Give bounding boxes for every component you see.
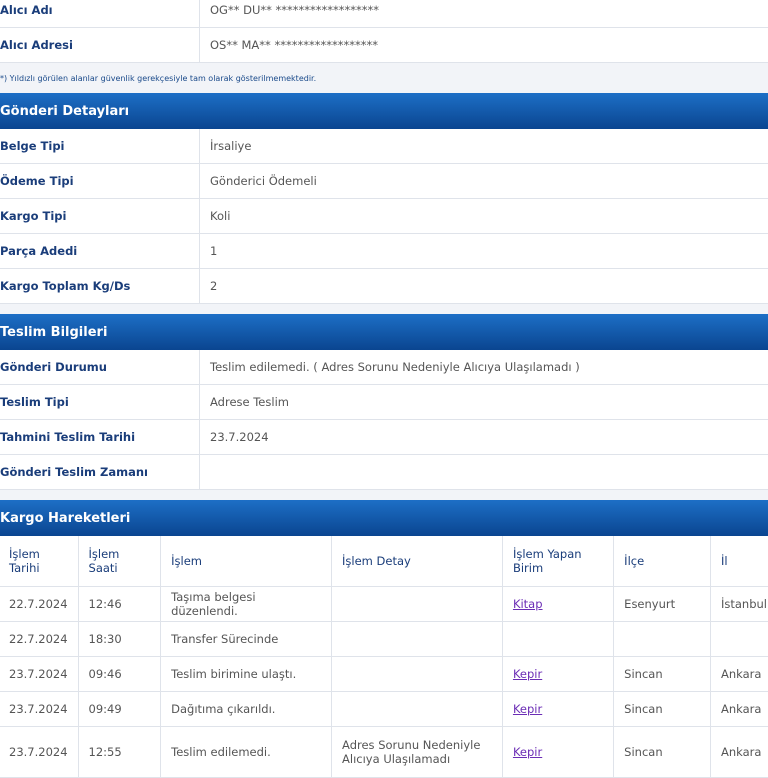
delivery-row: Gönderi Durumu Teslim edilemedi. ( Adres… bbox=[0, 350, 768, 385]
detail-label: Kargo Toplam Kg/Ds bbox=[0, 269, 200, 303]
detail-value: 2 bbox=[210, 279, 218, 293]
recipient-section: Alıcı Adı OG** DU** ****************** A… bbox=[0, 0, 768, 63]
delivery-row: Teslim Tipi Adrese Teslim bbox=[0, 385, 768, 420]
delivery-value: Adrese Teslim bbox=[210, 395, 289, 409]
cell-unit: Kepir bbox=[501, 726, 615, 778]
cell-action-detail bbox=[331, 621, 503, 657]
delivery-label: Tahmini Teslim Tarihi bbox=[0, 420, 200, 454]
cell-date: 23.7.2024 bbox=[0, 656, 79, 692]
cell-date: 23.7.2024 bbox=[0, 726, 79, 778]
cell-action-detail: Adres Sorunu Nedeniyle Alıcıya Ulaşılama… bbox=[331, 726, 503, 778]
shipment-details-header: Gönderi Detayları bbox=[0, 93, 768, 129]
recipient-name-row: Alıcı Adı OG** DU** ****************** bbox=[0, 0, 768, 28]
cell-unit: Kitap bbox=[501, 586, 615, 622]
cell-district: Sincan bbox=[613, 726, 711, 778]
cell-city bbox=[709, 621, 768, 657]
col-city: İl bbox=[709, 536, 768, 587]
table-row: 23.7.2024 09:46 Teslim birimine ulaştı. … bbox=[0, 656, 768, 692]
delivery-label: Gönderi Durumu bbox=[0, 350, 200, 384]
col-action-detail: İşlem Detay bbox=[331, 536, 503, 587]
movements-header-row: İşlem Tarihi İşlem Saati İşlem İşlem Det… bbox=[0, 536, 768, 587]
recipient-name-value: OG** DU** ****************** bbox=[210, 3, 380, 17]
cell-district bbox=[613, 621, 711, 657]
cell-district: Esenyurt bbox=[613, 586, 711, 622]
cell-action: Teslim edilemedi. bbox=[160, 726, 333, 778]
unit-link[interactable]: Kepir bbox=[513, 667, 542, 681]
delivery-label: Gönderi Teslim Zamanı bbox=[0, 455, 200, 489]
delivery-info-header: Teslim Bilgileri bbox=[0, 314, 768, 350]
delivery-label: Teslim Tipi bbox=[0, 385, 200, 419]
cell-time: 12:46 bbox=[77, 586, 162, 622]
col-action: İşlem bbox=[160, 536, 333, 587]
delivery-value: Teslim edilemedi. ( Adres Sorunu Nedeniy… bbox=[210, 360, 580, 374]
cell-action: Taşıma belgesi düzenlendi. bbox=[160, 586, 333, 622]
movements-table: İşlem Tarihi İşlem Saati İşlem İşlem Det… bbox=[0, 536, 768, 778]
table-row: 23.7.2024 09:49 Dağıtıma çıkarıldı. Kepi… bbox=[0, 691, 768, 727]
cell-unit: Kepir bbox=[501, 656, 615, 692]
delivery-value bbox=[200, 455, 768, 489]
unit-link[interactable]: Kepir bbox=[513, 702, 542, 716]
cell-action-detail bbox=[331, 656, 503, 692]
unit-link[interactable]: Kitap bbox=[513, 597, 543, 611]
cell-time: 18:30 bbox=[77, 621, 162, 657]
detail-value: Koli bbox=[210, 209, 231, 223]
recipient-address-row: Alıcı Adresi OS** MA** *****************… bbox=[0, 28, 768, 63]
cell-time: 12:55 bbox=[77, 726, 162, 778]
cell-date: 22.7.2024 bbox=[0, 586, 79, 622]
detail-row: Belge Tipi İrsaliye bbox=[0, 129, 768, 164]
cell-action: Dağıtıma çıkarıldı. bbox=[160, 691, 333, 727]
cell-district: Sincan bbox=[613, 656, 711, 692]
detail-value: 1 bbox=[210, 244, 218, 258]
cell-time: 09:49 bbox=[77, 691, 162, 727]
cell-city: Ankara bbox=[709, 691, 768, 727]
cell-date: 23.7.2024 bbox=[0, 691, 79, 727]
detail-label: Belge Tipi bbox=[0, 129, 200, 163]
delivery-value: 23.7.2024 bbox=[210, 430, 269, 444]
detail-label: Ödeme Tipi bbox=[0, 164, 200, 198]
cell-date: 22.7.2024 bbox=[0, 621, 79, 657]
cell-action-detail bbox=[331, 586, 503, 622]
table-row: 22.7.2024 12:46 Taşıma belgesi düzenlend… bbox=[0, 586, 768, 622]
detail-row: Parça Adedi 1 bbox=[0, 234, 768, 269]
recipient-name-label: Alıcı Adı bbox=[0, 0, 200, 27]
detail-row: Kargo Toplam Kg/Ds 2 bbox=[0, 269, 768, 304]
cell-district: Sincan bbox=[613, 691, 711, 727]
unit-link[interactable]: Kepir bbox=[513, 745, 542, 759]
cell-action: Teslim birimine ulaştı. bbox=[160, 656, 333, 692]
col-unit: İşlem Yapan Birim bbox=[501, 536, 615, 587]
cell-action-detail bbox=[331, 691, 503, 727]
col-date: İşlem Tarihi bbox=[0, 536, 79, 587]
detail-label: Kargo Tipi bbox=[0, 199, 200, 233]
cell-unit: Kepir bbox=[501, 691, 615, 727]
recipient-address-label: Alıcı Adresi bbox=[0, 28, 200, 62]
detail-value: İrsaliye bbox=[210, 139, 252, 153]
delivery-row: Gönderi Teslim Zamanı bbox=[0, 455, 768, 490]
delivery-row: Tahmini Teslim Tarihi 23.7.2024 bbox=[0, 420, 768, 455]
tracking-page: Alıcı Adı OG** DU** ****************** A… bbox=[0, 0, 768, 778]
shipment-details-section: Belge Tipi İrsaliye Ödeme Tipi Gönderici… bbox=[0, 129, 768, 304]
detail-row: Ödeme Tipi Gönderici Ödemeli bbox=[0, 164, 768, 199]
cell-unit bbox=[501, 621, 615, 657]
cell-time: 09:46 bbox=[77, 656, 162, 692]
delivery-info-section: Gönderi Durumu Teslim edilemedi. ( Adres… bbox=[0, 350, 768, 490]
detail-row: Kargo Tipi Koli bbox=[0, 199, 768, 234]
col-district: İlçe bbox=[613, 536, 711, 587]
detail-value: Gönderici Ödemeli bbox=[210, 174, 317, 188]
table-row: 22.7.2024 18:30 Transfer Sürecinde bbox=[0, 621, 768, 657]
detail-label: Parça Adedi bbox=[0, 234, 200, 268]
table-row: 23.7.2024 12:55 Teslim edilemedi. Adres … bbox=[0, 726, 768, 778]
security-note: *) Yıldızlı görülen alanlar güvenlik ger… bbox=[0, 73, 317, 83]
cell-city: Ankara bbox=[709, 726, 768, 778]
col-time: İşlem Saati bbox=[77, 536, 162, 587]
cell-city: Ankara bbox=[709, 656, 768, 692]
cell-action: Transfer Sürecinde bbox=[160, 621, 333, 657]
movements-header: Kargo Hareketleri bbox=[0, 500, 768, 536]
cell-city: İstanbul bbox=[709, 586, 768, 622]
recipient-address-value: OS** MA** ****************** bbox=[210, 38, 378, 52]
